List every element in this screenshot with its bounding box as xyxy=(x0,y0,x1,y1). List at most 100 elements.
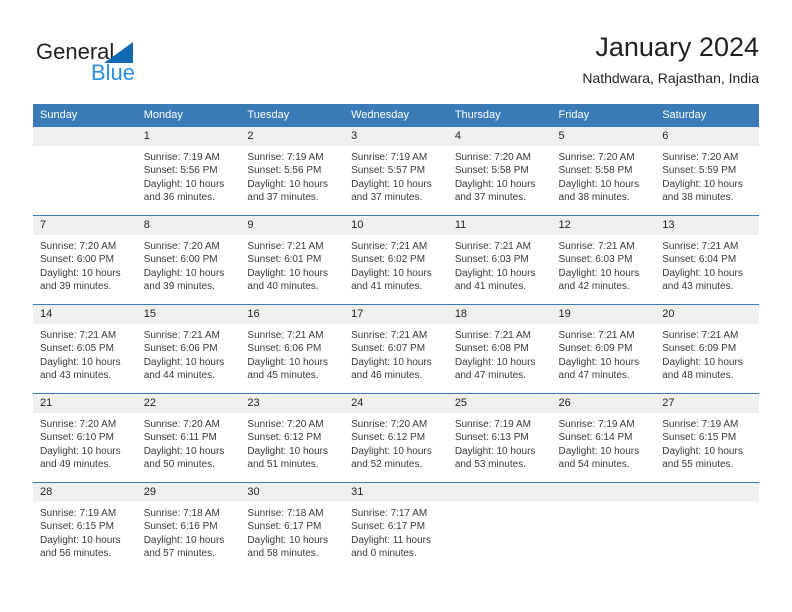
day-number: 19 xyxy=(551,305,656,324)
day-number xyxy=(447,483,552,502)
calendar-day-cell[interactable]: 17 Sunrise: 7:21 AM Sunset: 6:07 PM Dayligh… xyxy=(344,304,448,394)
sunset-text: Sunset: 5:57 PM xyxy=(351,165,426,177)
sunrise-text: Sunrise: 7:21 AM xyxy=(351,330,428,341)
calendar-day-cell[interactable]: 31 Sunrise: 7:17 AM Sunset: 6:17 PM Dayligh… xyxy=(344,482,448,571)
calendar-day-cell[interactable]: 23 Sunrise: 7:20 AM Sunset: 6:12 PM Dayligh… xyxy=(240,393,345,483)
calendar-day-cell[interactable]: 6 Sunrise: 7:20 AM Sunset: 5:59 PM Daylight… xyxy=(655,126,759,216)
calendar-day-cell[interactable]: 1 Sunrise: 7:19 AM Sunset: 5:56 PM Daylight… xyxy=(136,126,241,216)
day-details: Sunrise: 7:20 AM Sunset: 6:12 PM Daylight:… xyxy=(344,413,448,482)
daylight-text-cont: and 39 minutes. xyxy=(40,281,112,293)
calendar-day-cell[interactable]: 10 Sunrise: 7:21 AM Sunset: 6:02 PM Dayligh… xyxy=(344,215,448,305)
day-details: Sunrise: 7:21 AM Sunset: 6:06 PM Daylight:… xyxy=(240,324,344,393)
daylight-text: Daylight: 10 hours xyxy=(662,356,743,368)
sunset-text: Sunset: 6:16 PM xyxy=(143,521,218,533)
sunrise-text: Sunrise: 7:18 AM xyxy=(247,508,324,519)
sunset-text: Sunset: 6:06 PM xyxy=(143,343,218,355)
sunrise-text: Sunrise: 7:20 AM xyxy=(143,419,220,430)
day-details: Sunrise: 7:20 AM Sunset: 6:00 PM Daylight:… xyxy=(137,235,241,304)
day-details: Sunrise: 7:20 AM Sunset: 6:00 PM Daylight:… xyxy=(33,235,137,304)
daylight-text: Daylight: 10 hours xyxy=(143,267,225,279)
sunset-text: Sunset: 5:59 PM xyxy=(662,165,737,177)
day-number: 4 xyxy=(447,127,552,146)
weekday-header: Sunday Monday Tuesday Wednesday Thursday Frid… xyxy=(33,104,759,127)
sunset-text: Sunset: 6:06 PM xyxy=(247,343,322,355)
calendar-day-cell[interactable]: 19 Sunrise: 7:21 AM Sunset: 6:09 PM Dayligh… xyxy=(551,304,656,394)
page-subtitle: Nathdwara, Rajasthan, India xyxy=(582,70,759,86)
daylight-text-cont: and 45 minutes. xyxy=(247,370,319,382)
calendar-day-cell[interactable]: 21 Sunrise: 7:20 AM Sunset: 6:10 PM Dayligh… xyxy=(33,393,137,483)
calendar-day-cell[interactable]: 8 Sunrise: 7:20 AM Sunset: 6:00 PM Daylight… xyxy=(136,215,241,305)
daylight-text: Daylight: 10 hours xyxy=(351,356,432,368)
calendar-day-cell[interactable]: 29 Sunrise: 7:18 AM Sunset: 6:16 PM Dayligh… xyxy=(136,482,241,571)
calendar-day-cell[interactable]: 14 Sunrise: 7:21 AM Sunset: 6:05 PM Dayligh… xyxy=(33,304,137,394)
calendar-day-cell[interactable]: 24 Sunrise: 7:20 AM Sunset: 6:12 PM Dayligh… xyxy=(344,393,448,483)
day-details: Sunrise: 7:21 AM Sunset: 6:04 PM Daylight:… xyxy=(655,235,759,304)
sunset-text: Sunset: 6:11 PM xyxy=(143,432,217,444)
calendar-day-cell[interactable]: 4 Sunrise: 7:20 AM Sunset: 5:58 PM Daylight… xyxy=(447,126,552,216)
calendar-day-cell[interactable]: 16 Sunrise: 7:21 AM Sunset: 6:06 PM Dayligh… xyxy=(240,304,345,394)
day-number xyxy=(551,483,656,502)
day-number: 18 xyxy=(447,305,552,324)
day-details: Sunrise: 7:19 AM Sunset: 6:14 PM Daylight:… xyxy=(552,413,656,482)
daylight-text-cont: and 57 minutes. xyxy=(143,548,215,560)
page-title: January 2024 xyxy=(595,32,759,62)
calendar-day-cell[interactable]: 9 Sunrise: 7:21 AM Sunset: 6:01 PM Daylight… xyxy=(240,215,345,305)
sunset-text: Sunset: 6:13 PM xyxy=(454,432,529,444)
daylight-text-cont: and 55 minutes. xyxy=(662,459,734,471)
calendar-day-cell[interactable]: 26 Sunrise: 7:19 AM Sunset: 6:14 PM Dayligh… xyxy=(551,393,656,483)
day-number: 11 xyxy=(447,216,552,235)
day-details: Sunrise: 7:20 AM Sunset: 5:58 PM Daylight:… xyxy=(448,146,552,215)
day-number xyxy=(655,483,759,502)
day-details: Sunrise: 7:21 AM Sunset: 6:09 PM Daylight:… xyxy=(552,324,656,393)
calendar-day-cell[interactable]: 27 Sunrise: 7:19 AM Sunset: 6:15 PM Dayligh… xyxy=(655,393,759,483)
calendar-day-cell[interactable]: 20 Sunrise: 7:21 AM Sunset: 6:09 PM Dayligh… xyxy=(655,304,759,394)
calendar-day-cell[interactable]: 5 Sunrise: 7:20 AM Sunset: 5:58 PM Daylight… xyxy=(551,126,656,216)
sunrise-text: Sunrise: 7:21 AM xyxy=(558,330,635,341)
day-number: 8 xyxy=(136,216,241,235)
calendar-day-cell[interactable]: 25 Sunrise: 7:19 AM Sunset: 6:13 PM Dayligh… xyxy=(447,393,552,483)
daylight-text-cont: and 38 minutes. xyxy=(558,192,630,204)
daylight-text-cont: and 40 minutes. xyxy=(247,281,319,293)
calendar-day-cell[interactable]: 3 Sunrise: 7:19 AM Sunset: 5:57 PM Daylight… xyxy=(344,126,448,216)
daylight-text: Daylight: 10 hours xyxy=(247,356,329,368)
sunrise-text: Sunrise: 7:18 AM xyxy=(143,508,220,519)
daylight-text-cont: and 46 minutes. xyxy=(351,370,423,382)
day-details: Sunrise: 7:19 AM Sunset: 5:56 PM Daylight:… xyxy=(137,146,241,215)
daylight-text: Daylight: 10 hours xyxy=(454,356,536,368)
calendar-day-cell[interactable]: 2 Sunrise: 7:19 AM Sunset: 5:56 PM Daylight… xyxy=(240,126,345,216)
daylight-text-cont: and 47 minutes. xyxy=(454,370,526,382)
daylight-text: Daylight: 10 hours xyxy=(351,267,432,279)
day-number: 10 xyxy=(344,216,448,235)
calendar-day-cell[interactable]: 11 Sunrise: 7:21 AM Sunset: 6:03 PM Dayligh… xyxy=(447,215,552,305)
sunrise-text: Sunrise: 7:21 AM xyxy=(454,241,531,252)
calendar-week-row: 7 Sunrise: 7:20 AM Sunset: 6:00 PM Daylight… xyxy=(33,215,759,305)
sunrise-text: Sunrise: 7:21 AM xyxy=(662,241,739,252)
weekday-header-sunday: Sunday xyxy=(33,104,137,127)
sunset-text: Sunset: 6:08 PM xyxy=(454,343,529,355)
day-number: 9 xyxy=(240,216,345,235)
calendar-day-cell[interactable]: 7 Sunrise: 7:20 AM Sunset: 6:00 PM Daylight… xyxy=(33,215,137,305)
sunset-text: Sunset: 6:17 PM xyxy=(247,521,322,533)
day-number: 24 xyxy=(344,394,448,413)
sunset-text: Sunset: 5:56 PM xyxy=(247,165,322,177)
calendar-day-cell[interactable]: 30 Sunrise: 7:18 AM Sunset: 6:17 PM Dayligh… xyxy=(240,482,345,571)
day-details: Sunrise: 7:20 AM Sunset: 6:10 PM Daylight:… xyxy=(33,413,137,482)
sunset-text: Sunset: 6:02 PM xyxy=(351,254,426,266)
calendar-day-cell[interactable]: 13 Sunrise: 7:21 AM Sunset: 6:04 PM Dayligh… xyxy=(655,215,759,305)
day-details: Sunrise: 7:21 AM Sunset: 6:03 PM Daylight:… xyxy=(448,235,552,304)
calendar-day-cell[interactable]: 15 Sunrise: 7:21 AM Sunset: 6:06 PM Dayligh… xyxy=(136,304,241,394)
weekday-header-saturday: Saturday xyxy=(655,104,759,127)
daylight-text: Daylight: 10 hours xyxy=(558,178,640,190)
calendar-day-cell-empty xyxy=(33,126,137,216)
logo-text-blue: Blue xyxy=(91,60,136,85)
sunset-text: Sunset: 6:04 PM xyxy=(662,254,737,266)
calendar-day-cell[interactable]: 18 Sunrise: 7:21 AM Sunset: 6:08 PM Dayligh… xyxy=(447,304,552,394)
calendar-day-cell[interactable]: 28 Sunrise: 7:19 AM Sunset: 6:15 PM Dayligh… xyxy=(33,482,137,571)
calendar-day-cell[interactable]: 22 Sunrise: 7:20 AM Sunset: 6:11 PM Dayligh… xyxy=(136,393,241,483)
sunset-text: Sunset: 6:15 PM xyxy=(662,432,737,444)
sunrise-text: Sunrise: 7:21 AM xyxy=(662,330,739,341)
sunrise-text: Sunrise: 7:19 AM xyxy=(558,419,635,430)
daylight-text-cont: and 49 minutes. xyxy=(40,459,112,471)
calendar-day-cell[interactable]: 12 Sunrise: 7:21 AM Sunset: 6:03 PM Dayligh… xyxy=(551,215,656,305)
day-number: 29 xyxy=(136,483,241,502)
